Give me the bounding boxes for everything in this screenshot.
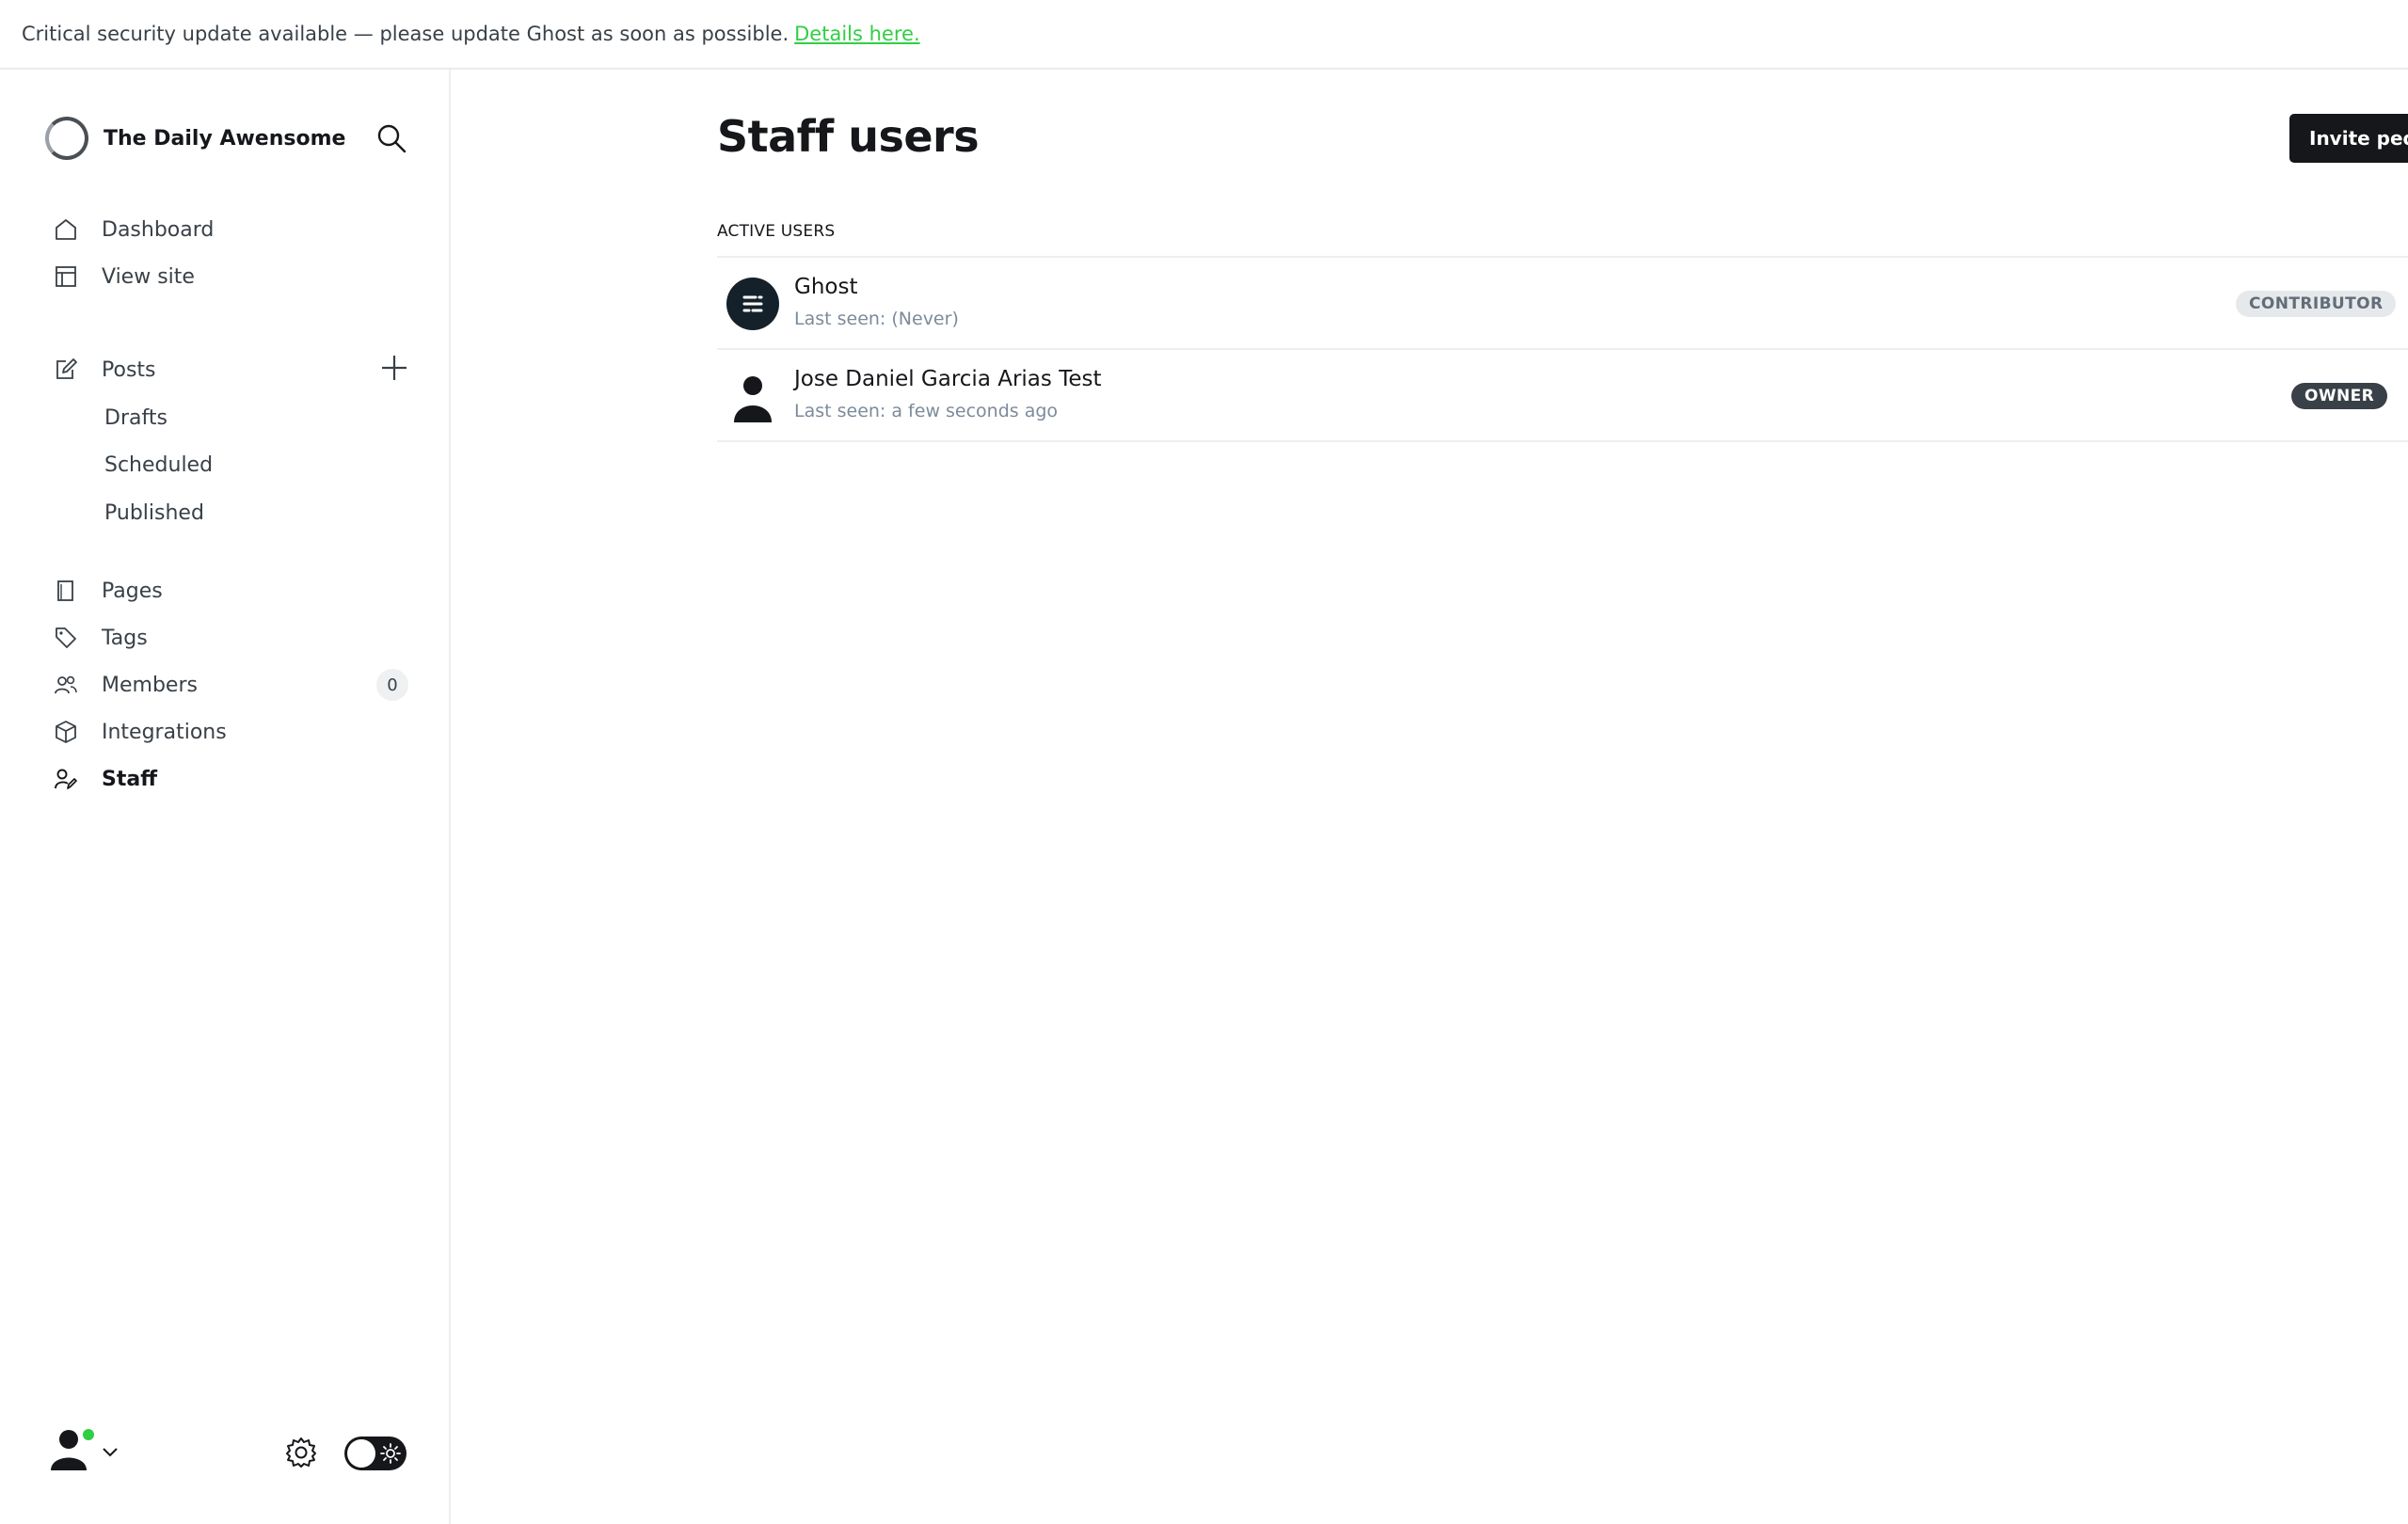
online-status-dot (81, 1427, 96, 1442)
invite-people-button[interactable]: Invite people (2289, 114, 2408, 163)
members-count-badge: 0 (376, 669, 408, 701)
cube-icon (53, 719, 79, 745)
gear-icon[interactable] (282, 1434, 320, 1471)
nav-staff-label: Staff (102, 767, 158, 791)
nav-pages[interactable]: Pages (53, 572, 163, 610)
active-users-heading: ACTIVE USERS (717, 222, 836, 241)
sun-icon (380, 1443, 401, 1464)
search-icon[interactable] (375, 122, 407, 154)
site-brand[interactable]: The Daily Awensome (45, 117, 345, 160)
tag-icon (53, 625, 79, 651)
nav-tags[interactable]: Tags (53, 619, 148, 657)
site-title: The Daily Awensome (104, 126, 346, 151)
nav-drafts[interactable]: Drafts (104, 401, 167, 435)
page-icon (53, 578, 79, 604)
staff-name: Ghost (794, 275, 858, 299)
nav-integrations-label: Integrations (102, 720, 227, 744)
nav-view-site-label: View site (102, 264, 195, 289)
nav-posts[interactable]: Posts (53, 351, 156, 389)
staff-name: Jose Daniel Garcia Arias Test (794, 367, 1102, 391)
role-badge: CONTRIBUTOR (2236, 291, 2397, 317)
nav-view-site[interactable]: View site (53, 258, 195, 295)
staff-last-seen: Last seen: a few seconds ago (794, 401, 1059, 421)
staff-row[interactable]: Ghost Last seen: (Never) CONTRIBUTOR (717, 258, 2408, 350)
nav-scheduled[interactable]: Scheduled (104, 448, 213, 482)
nav-posts-label: Posts (102, 357, 156, 382)
chevron-down-icon[interactable] (100, 1441, 120, 1462)
nav-pages-label: Pages (102, 579, 163, 603)
app-root: Critical security update available — ple… (0, 0, 2408, 1524)
role-badge: OWNER (2291, 383, 2388, 409)
home-icon (53, 216, 79, 243)
nav-published[interactable]: Published (104, 496, 204, 530)
nav-staff[interactable]: Staff (53, 760, 157, 798)
nav-dashboard-label: Dashboard (102, 217, 215, 242)
toggle-knob (347, 1439, 375, 1468)
staff-row[interactable]: Jose Daniel Garcia Arias Test Last seen:… (717, 350, 2408, 442)
page-title: Staff users (717, 111, 980, 162)
plus-icon[interactable] (378, 352, 410, 384)
security-banner: Critical security update available — ple… (0, 0, 2408, 70)
banner-details-link[interactable]: Details here. (794, 23, 919, 45)
nav-members-label: Members (102, 673, 198, 697)
staff-last-seen: Last seen: (Never) (794, 309, 959, 329)
nav-integrations[interactable]: Integrations (53, 713, 227, 751)
staff-list: Ghost Last seen: (Never) CONTRIBUTOR Jos… (717, 256, 2408, 442)
members-icon (53, 672, 79, 698)
theme-toggle[interactable] (344, 1437, 407, 1470)
nav-tags-label: Tags (102, 626, 148, 650)
user-icon (726, 370, 779, 422)
site-logo-icon (45, 117, 88, 160)
staff-icon (53, 766, 79, 792)
banner-message: Critical security update available — ple… (22, 23, 789, 45)
layout-icon (53, 263, 79, 290)
edit-icon (53, 357, 79, 383)
nav-members[interactable]: Members (53, 666, 198, 704)
main-content: Staff users Invite people ACTIVE USERS G… (451, 70, 2408, 1524)
nav-dashboard[interactable]: Dashboard (53, 211, 214, 248)
sidebar: The Daily Awensome Dashboard View site P… (0, 70, 451, 1524)
ghost-avatar-icon (726, 278, 779, 330)
